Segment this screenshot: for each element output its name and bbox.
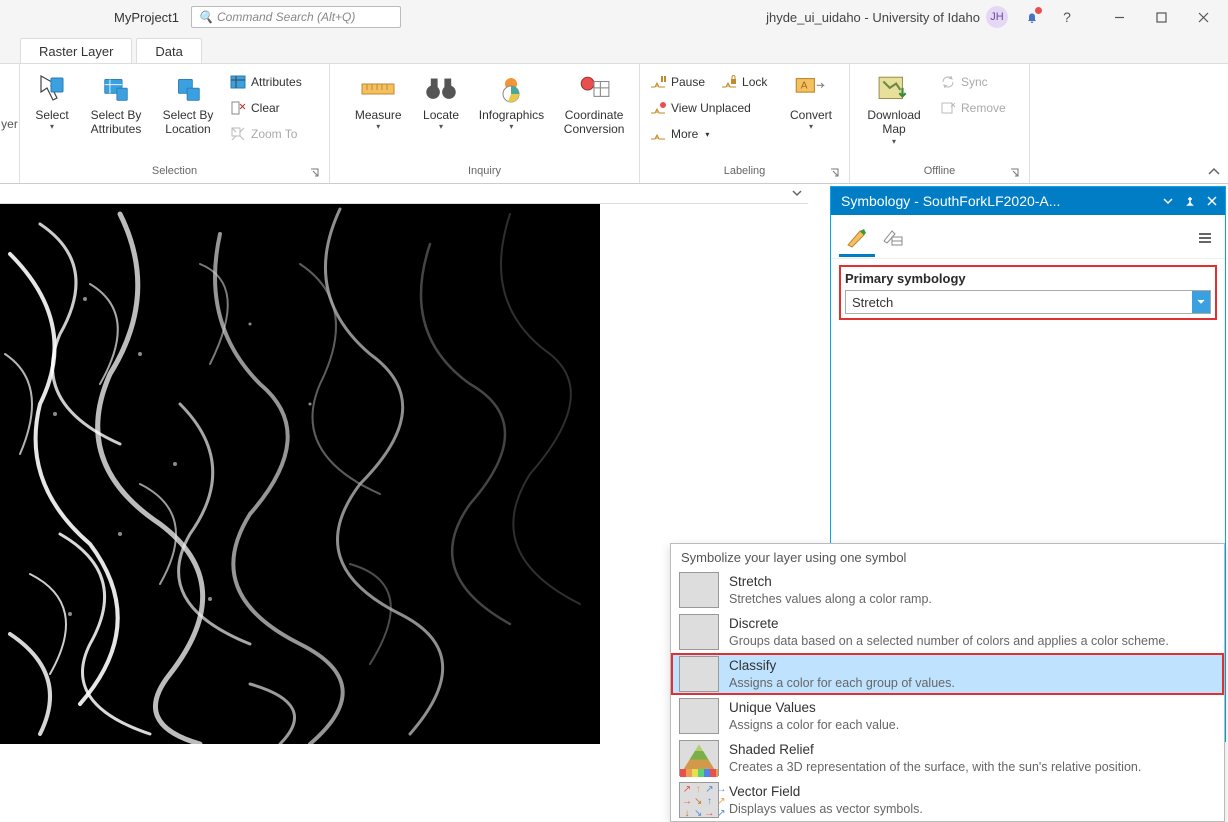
measure-button[interactable]: Measure▾ <box>346 68 410 131</box>
labeling-group-launcher[interactable] <box>827 165 841 179</box>
infographics-button[interactable]: Infographics▾ <box>472 68 552 131</box>
more-icon <box>650 126 666 142</box>
ribbon-group-inquiry: Measure▾ Locate▾ Infographics▾ Coordinat… <box>330 64 640 183</box>
table-icon <box>230 74 246 90</box>
select-by-attributes-icon <box>99 72 133 106</box>
map-view-options-button[interactable] <box>792 187 802 201</box>
select-by-attributes-button[interactable]: Select By Attributes <box>82 68 150 137</box>
select-by-location-button[interactable]: Select By Location <box>154 68 222 137</box>
stretch-thumb-icon <box>679 572 719 608</box>
ribbon-group-selection: Select▾ Select By Attributes Select By L… <box>20 64 330 183</box>
shaded-relief-thumb-icon <box>679 740 719 776</box>
symbology-option-classify[interactable]: ClassifyAssigns a color for each group o… <box>671 653 1224 695</box>
tab-data[interactable]: Data <box>136 38 201 63</box>
ribbon-group-offline: Download Map▾ Sync Remove Offline <box>850 64 1030 183</box>
symbology-option-discrete[interactable]: DiscreteGroups data based on a selected … <box>671 611 1224 653</box>
tab-raster-layer[interactable]: Raster Layer <box>20 38 132 63</box>
content-area: Symbology - SouthForkLF2020-A... Primary… <box>0 184 1228 744</box>
chevron-down-icon <box>1192 291 1210 313</box>
svg-text:A: A <box>801 81 808 92</box>
raster-layer-render <box>0 204 600 744</box>
ruler-icon <box>361 72 395 106</box>
user-avatar[interactable]: JH <box>986 6 1008 28</box>
clear-icon <box>230 100 246 116</box>
select-by-location-icon <box>171 72 205 106</box>
more-labeling-button[interactable]: More ▾ <box>646 122 776 146</box>
discrete-thumb-icon <box>679 614 719 650</box>
pane-pin-button[interactable] <box>1181 192 1199 210</box>
primary-symbology-label: Primary symbology <box>845 271 1211 286</box>
symbology-option-shaded-relief[interactable]: Shaded ReliefCreates a 3D representation… <box>671 737 1224 779</box>
coordinate-conversion-button[interactable]: Coordinate Conversion <box>555 68 633 137</box>
attributes-button[interactable]: Attributes <box>226 70 306 94</box>
convert-labels-button[interactable]: A Convert▾ <box>780 68 842 131</box>
pane-tab-strip <box>831 215 1225 259</box>
clear-button[interactable]: Clear <box>226 96 306 120</box>
infographics-icon <box>494 72 528 106</box>
notifications-icon[interactable] <box>1022 7 1042 27</box>
download-map-icon <box>877 72 911 106</box>
classify-thumb-icon <box>679 656 719 692</box>
user-label: jhyde_ui_uidaho - University of Idaho <box>766 10 980 25</box>
minimize-button[interactable] <box>1098 3 1140 31</box>
offline-group-launcher[interactable] <box>1007 165 1021 179</box>
view-unplaced-icon <box>650 100 666 116</box>
remove-button[interactable]: Remove <box>936 96 1010 120</box>
pause-labels-button[interactable]: Pause <box>646 70 709 94</box>
ribbon: yer Select▾ Select By Attributes Select … <box>0 64 1228 184</box>
popup-header: Symbolize your layer using one symbol <box>671 544 1224 569</box>
download-map-button[interactable]: Download Map▾ <box>856 68 932 146</box>
locate-button[interactable]: Locate▾ <box>414 68 467 131</box>
remove-icon <box>940 100 956 116</box>
convert-icon: A <box>794 72 828 106</box>
vector-field-thumb-icon: ↗↑↗→ →↘↑↗ ↓↘→↗ <box>679 782 719 818</box>
maximize-button[interactable] <box>1140 3 1182 31</box>
map-view[interactable] <box>0 204 600 744</box>
pause-icon <box>650 74 666 90</box>
primary-symbology-dropdown[interactable]: Stretch <box>845 290 1211 314</box>
ribbon-leftstub: yer <box>0 64 20 183</box>
command-search-input[interactable]: 🔍 Command Search (Alt+Q) <box>191 6 401 28</box>
map-toolbar-strip <box>0 184 808 204</box>
symbology-option-vector-field[interactable]: ↗↑↗→ →↘↑↗ ↓↘→↗ Vector FieldDisplays valu… <box>671 779 1224 821</box>
close-button[interactable] <box>1182 3 1224 31</box>
collapse-ribbon-button[interactable] <box>1200 64 1228 183</box>
binoculars-icon <box>424 72 458 106</box>
select-button[interactable]: Select▾ <box>26 68 78 131</box>
title-bar: MyProject1 🔍 Command Search (Alt+Q) jhyd… <box>0 0 1228 34</box>
pane-menu-button[interactable] <box>1193 226 1217 253</box>
pane-tab-primary[interactable] <box>839 223 875 257</box>
pane-header: Symbology - SouthForkLF2020-A... <box>831 187 1225 215</box>
contextual-tab-bar: Raster Layer Data <box>0 34 1228 64</box>
pane-tab-advanced[interactable] <box>875 223 911 257</box>
window-controls <box>1098 3 1224 31</box>
help-icon[interactable]: ? <box>1056 6 1078 28</box>
unique-thumb-icon <box>679 698 719 734</box>
selection-group-launcher[interactable] <box>307 165 321 179</box>
lock-labels-button[interactable]: Lock <box>717 70 771 94</box>
zoom-to-icon <box>230 126 246 142</box>
ribbon-group-labeling: Pause Lock View Unplaced More ▾ A Conver… <box>640 64 850 183</box>
pane-options-button[interactable] <box>1159 192 1177 210</box>
view-unplaced-button[interactable]: View Unplaced <box>646 96 776 120</box>
sync-icon <box>940 74 956 90</box>
coordinate-icon <box>577 72 611 106</box>
project-name: MyProject1 <box>114 10 179 25</box>
symbology-dropdown-popup: Symbolize your layer using one symbol St… <box>670 543 1225 822</box>
pane-title: Symbology - SouthForkLF2020-A... <box>841 193 1155 209</box>
symbology-option-stretch[interactable]: StretchStretches values along a color ra… <box>671 569 1224 611</box>
select-icon <box>35 72 69 106</box>
zoom-to-button[interactable]: Zoom To <box>226 122 306 146</box>
primary-symbology-highlight: Primary symbology Stretch <box>839 265 1217 320</box>
symbology-option-unique[interactable]: Unique ValuesAssigns a color for each va… <box>671 695 1224 737</box>
pane-close-button[interactable] <box>1203 192 1221 210</box>
sync-button[interactable]: Sync <box>936 70 1010 94</box>
lock-icon <box>721 74 737 90</box>
